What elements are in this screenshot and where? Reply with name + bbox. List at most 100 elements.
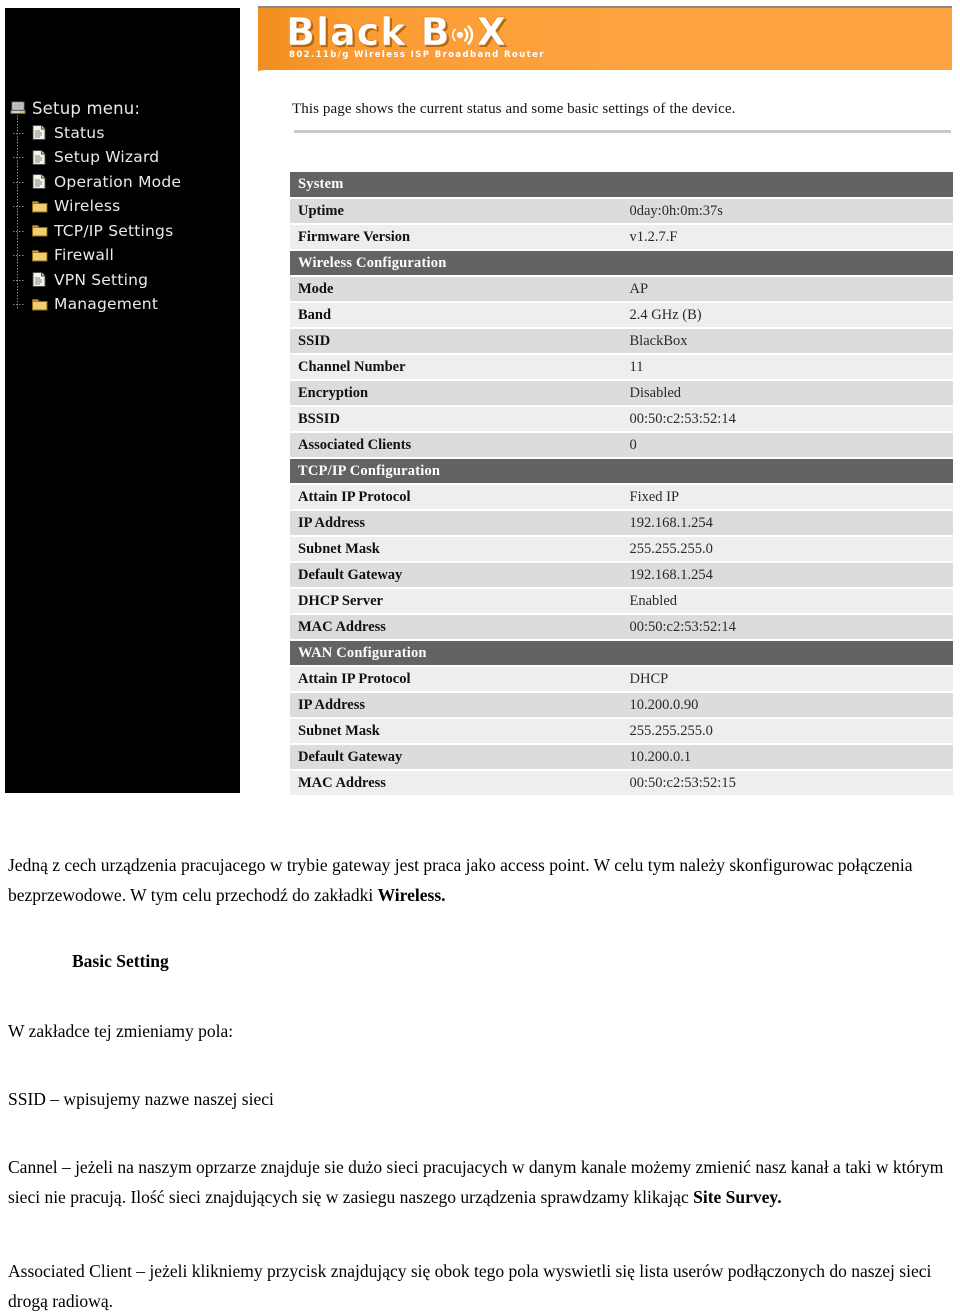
row-key: SSID [290, 328, 622, 355]
sidebar-item-wireless[interactable]: Wireless [10, 194, 235, 219]
table-row: Firmware Version v1.2.7.F [290, 224, 953, 251]
folder-icon [32, 199, 48, 214]
document-icon [32, 174, 48, 190]
table-row: Default Gateway 192.168.1.254 [290, 562, 953, 589]
tree-dash [13, 206, 24, 207]
row-key: MAC Address [290, 614, 622, 641]
row-key: BSSID [290, 406, 622, 433]
tree-dash [13, 230, 24, 232]
row-value: Disabled [621, 380, 953, 407]
row-value: 10.200.0.1 [621, 744, 953, 771]
paragraph-intro: Jedną z cech urządzenia pracujacego w tr… [0, 850, 960, 910]
row-value: 00:50:c2:53:52:14 [621, 406, 953, 433]
row-key: Attain IP Protocol [290, 666, 622, 693]
sidebar-item-label: Operation Mode [54, 172, 182, 191]
table-row: Subnet Mask 255.255.255.0 [290, 718, 953, 745]
intro-text-bold: Wireless. [377, 885, 446, 905]
table-section-header: System [290, 172, 953, 199]
row-value: 10.200.0.90 [621, 692, 953, 719]
row-key: Encryption [290, 380, 622, 407]
sidebar-item-tcpip-settings[interactable]: TCP/IP Settings [10, 219, 235, 244]
sidebar-item-label: Firewall [54, 246, 115, 265]
row-value: 192.168.1.254 [621, 562, 953, 589]
row-value: 0day:0h:0m:37s [621, 198, 953, 225]
row-value: DHCP [621, 666, 953, 693]
table-row: DHCP Server Enabled [290, 588, 953, 615]
sidebar-item-management[interactable]: Management [10, 292, 235, 317]
sidebar-item-setup-wizard[interactable]: Setup Wizard [10, 145, 235, 170]
table-row: MAC Address 00:50:c2:53:52:14 [290, 614, 953, 641]
brand-banner: Black B X 802.11b/g Wireless ISP Broadba… [258, 6, 952, 73]
table-row: Channel Number 11 [290, 354, 953, 381]
table-row: SSID BlackBox [290, 328, 953, 355]
heading-basic-setting: Basic Setting [72, 951, 169, 971]
table-row: Band 2.4 GHz (B) [290, 302, 953, 329]
page-intro-text: This page shows the current status and s… [292, 101, 736, 117]
table-row: Attain IP Protocol Fixed IP [290, 484, 953, 511]
router-admin-screenshot: Black B X 802.11b/g Wireless ISP Broadba… [0, 0, 960, 800]
row-value: 11 [621, 354, 953, 381]
row-key: IP Address [290, 510, 622, 537]
table-row: BSSID 00:50:c2:53:52:14 [290, 406, 953, 433]
wifi-signal-icon [451, 22, 477, 48]
row-value: Fixed IP [621, 484, 953, 511]
computer-root-icon [10, 101, 26, 116]
document-icon [32, 149, 48, 165]
paragraph-associated-client: Associated Client – jeżeli klikniemy prz… [8, 1261, 932, 1311]
row-value: BlackBox [621, 328, 953, 355]
document-body: Jedną z cech urządzenia pracujacego w tr… [0, 800, 960, 1316]
sidebar-item-status[interactable]: Status [10, 121, 235, 146]
sidebar-item-label: TCP/IP Settings [54, 221, 174, 240]
paragraph-fields: W zakładce tej zmieniamy pola: [8, 1021, 234, 1041]
sidebar-nav-tree: Setup menu: Status Setup Wizard Operatio… [10, 96, 235, 317]
row-value: 00:50:c2:53:52:14 [621, 614, 953, 641]
row-value: 0 [621, 432, 953, 459]
row-key: Associated Clients [290, 432, 622, 459]
channel-text-bold: Site Survey. [693, 1187, 782, 1207]
table-row: Default Gateway 10.200.0.1 [290, 744, 953, 771]
tree-dash [13, 255, 24, 256]
sidebar-root-label: Setup menu: [32, 98, 141, 118]
sidebar-item-label: Management [54, 295, 159, 314]
table-row: Attain IP Protocol DHCP [290, 666, 953, 693]
row-key: Attain IP Protocol [290, 484, 622, 511]
sidebar-item-firewall[interactable]: Firewall [10, 243, 235, 268]
table-row: MAC Address 00:50:c2:53:52:15 [290, 770, 953, 797]
intro-text-part1: Jedną z cech urządzenia pracujacego w tr… [8, 855, 913, 905]
row-value: 255.255.255.0 [621, 536, 953, 563]
tree-dash [13, 279, 24, 281]
sidebar-item-vpn-setting[interactable]: VPN Setting [10, 268, 235, 293]
tree-dash [13, 181, 24, 183]
section-title: TCP/IP Configuration [290, 458, 953, 485]
tree-dash [13, 157, 24, 158]
table-section-header: WAN Configuration [290, 640, 953, 667]
row-key: Subnet Mask [290, 718, 622, 745]
row-key: Subnet Mask [290, 536, 622, 563]
row-key: DHCP Server [290, 588, 622, 615]
document-icon [32, 272, 48, 288]
sidebar-item-operation-mode[interactable]: Operation Mode [10, 170, 235, 195]
row-key: Default Gateway [290, 562, 622, 589]
row-key: Firmware Version [290, 224, 622, 251]
row-key: MAC Address [290, 770, 622, 797]
intro-divider [294, 130, 951, 133]
brand-name-part1: Black B [286, 10, 451, 55]
table-row: Encryption Disabled [290, 380, 953, 407]
sidebar-item-label: Status [54, 123, 105, 142]
row-key: Default Gateway [290, 744, 622, 771]
table-row: Subnet Mask 255.255.255.0 [290, 536, 953, 563]
tree-dash [13, 132, 24, 134]
section-title: Wireless Configuration [290, 250, 953, 277]
sidebar-root-setup-menu[interactable]: Setup menu: [10, 96, 235, 121]
brand-logo: Black B X 802.11b/g Wireless ISP Broadba… [286, 10, 686, 72]
row-key: Uptime [290, 198, 622, 225]
row-key: Band [290, 302, 622, 329]
table-section-header: Wireless Configuration [290, 250, 953, 277]
row-value: 255.255.255.0 [621, 718, 953, 745]
row-value: 2.4 GHz (B) [621, 302, 953, 329]
folder-icon [32, 248, 48, 263]
document-icon [32, 125, 48, 141]
folder-icon [32, 223, 48, 238]
table-row: Uptime 0day:0h:0m:37s [290, 198, 953, 225]
sidebar-item-label: Wireless [54, 197, 121, 216]
